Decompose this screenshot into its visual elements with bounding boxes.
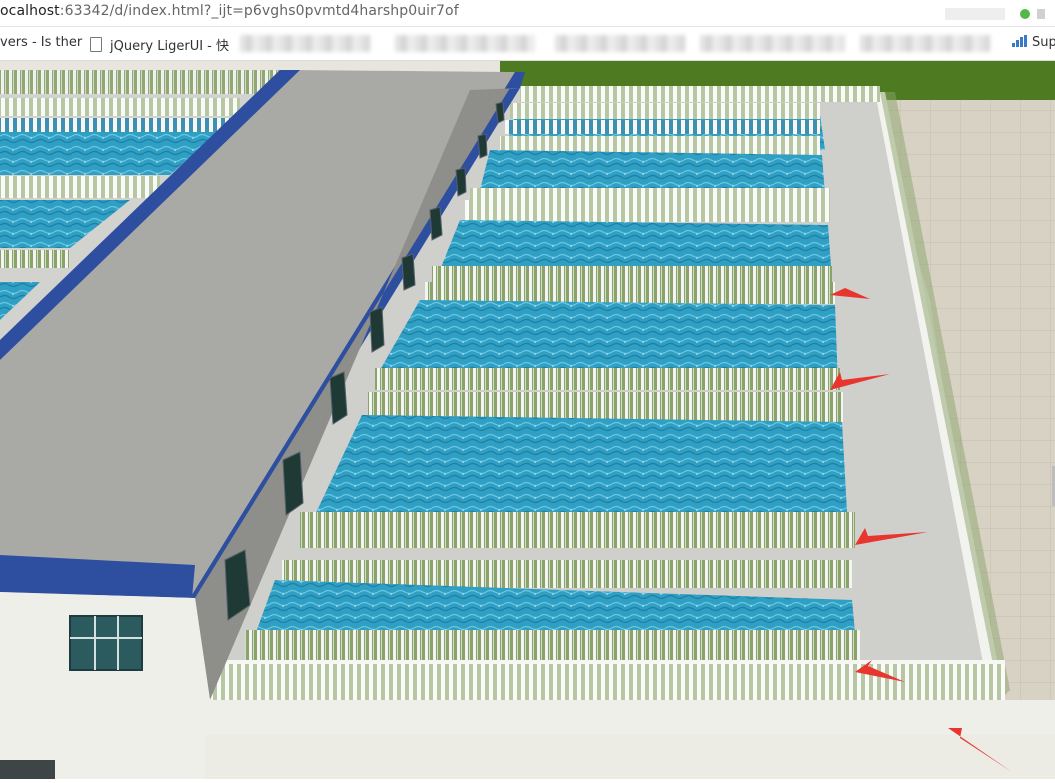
- front-window: [69, 615, 143, 671]
- blurred-bookmark: [395, 35, 535, 52]
- lower-window: [0, 760, 55, 779]
- url-text[interactable]: ocalhost:63342/d/index.html?_ijt=p6vghs0…: [0, 3, 459, 19]
- signal-icon: [1012, 35, 1027, 47]
- railing: [510, 103, 820, 119]
- railing: [0, 98, 240, 116]
- bookmark-item[interactable]: Sup: [1012, 35, 1055, 50]
- blurred-bookmark: [240, 35, 370, 52]
- railing: [375, 368, 840, 390]
- address-bar-icons: [945, 6, 1045, 22]
- bookmark-item[interactable]: vers - Is ther: [0, 35, 82, 50]
- railing: [0, 118, 230, 132]
- railing: [432, 266, 832, 282]
- railing: [505, 120, 820, 134]
- far-railing: [0, 70, 290, 94]
- menu-icon: [1037, 9, 1045, 19]
- railing: [465, 200, 830, 222]
- bookmark-item[interactable]: jQuery LigerUI - 快: [90, 35, 229, 54]
- railing: [0, 176, 160, 198]
- blurred-bookmark: [860, 35, 990, 52]
- railing: [300, 512, 855, 548]
- bookmarks-bar: vers - Is ther jQuery LigerUI - 快 Sup: [0, 27, 1055, 61]
- railing: [0, 250, 70, 268]
- blurred-bookmark: [700, 35, 845, 52]
- back-railing: [520, 86, 880, 102]
- plant-scene: [0, 61, 1055, 779]
- page-icon: [90, 37, 102, 52]
- 3d-viewport[interactable]: [0, 61, 1055, 779]
- blurred-bookmark: [555, 35, 685, 52]
- railing: [425, 282, 835, 304]
- address-bar[interactable]: ocalhost:63342/d/index.html?_ijt=p6vghs0…: [0, 0, 1055, 27]
- extension-icon: [1020, 9, 1030, 19]
